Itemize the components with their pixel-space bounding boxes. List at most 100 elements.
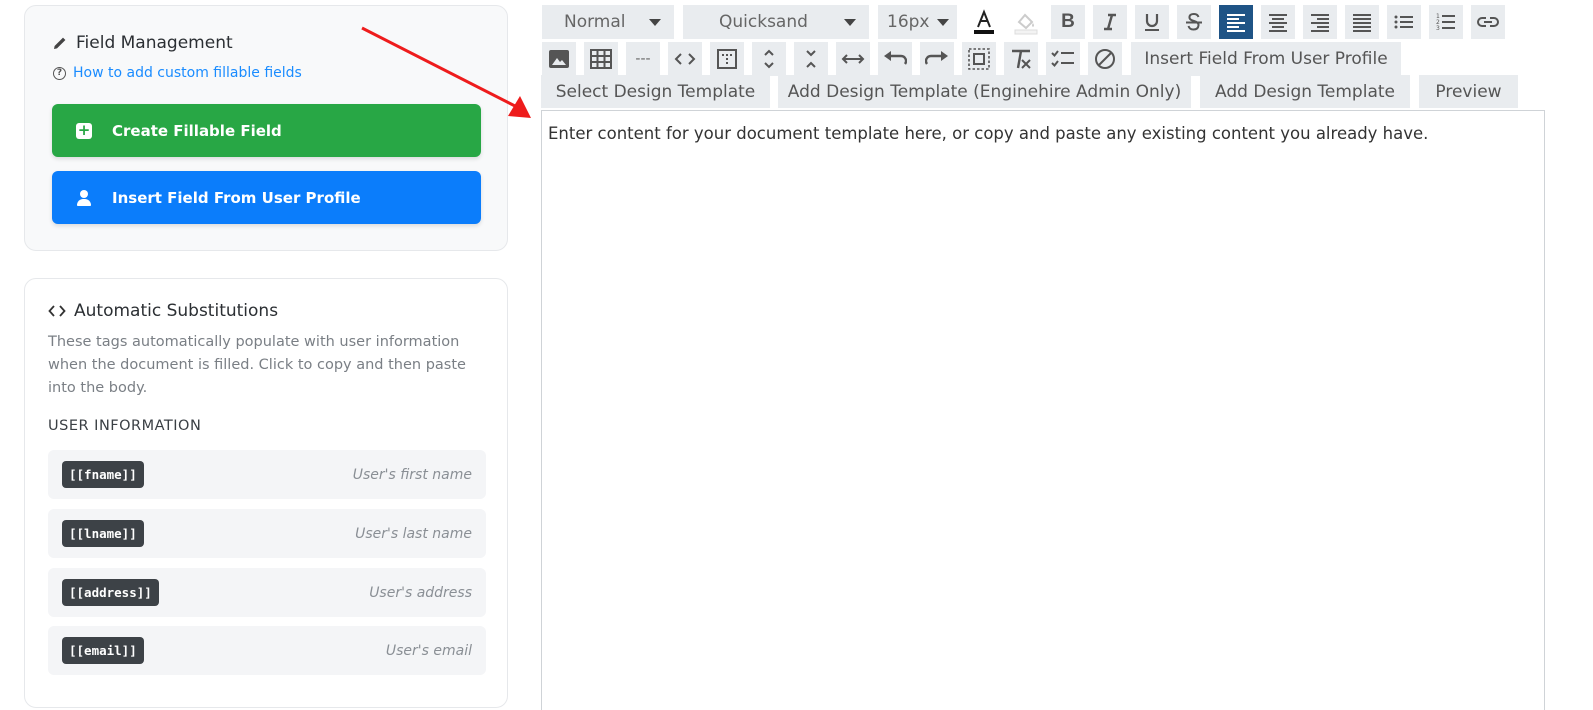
strikethrough-icon [1184, 12, 1204, 32]
toolbar-insert-field-label: Insert Field From User Profile [1144, 49, 1388, 69]
align-justify-button[interactable] [1345, 5, 1379, 39]
tag-code[interactable]: [[email]] [62, 637, 144, 664]
user-information-label: USER INFORMATION [48, 418, 202, 434]
checklist-icon [1051, 49, 1075, 69]
collapse-vertical-icon [804, 48, 818, 70]
bullet-list-icon [1393, 13, 1415, 31]
format-select-value: Normal [564, 12, 626, 32]
tag-description: User's last name [355, 525, 472, 542]
redo-button[interactable] [920, 42, 954, 76]
create-fillable-field-label: Create Fillable Field [112, 121, 282, 140]
tag-code[interactable]: [[fname]] [62, 461, 144, 488]
substitutions-description: These tags automatically populate with u… [48, 334, 466, 396]
ban-icon [1094, 48, 1116, 70]
editor-content[interactable]: Enter content for your document template… [548, 124, 1428, 143]
font-size-select[interactable]: 16px [878, 5, 957, 39]
horizontal-rule-button[interactable]: --- [626, 42, 660, 76]
tab-label: Add Design Template (Enginehire Admin On… [787, 81, 1182, 102]
tag-description: User's address [369, 584, 472, 601]
document-editor[interactable]: Enter content for your document template… [541, 110, 1545, 710]
tag-description: User's email [385, 642, 472, 659]
align-right-button[interactable] [1303, 5, 1337, 39]
undo-button[interactable] [878, 42, 912, 76]
expand-button[interactable] [752, 42, 786, 76]
collapse-button[interactable] [794, 42, 828, 76]
tag-row-address[interactable]: [[address]] User's address [48, 568, 486, 617]
horizontal-arrows-icon [841, 53, 865, 65]
align-center-button[interactable] [1261, 5, 1295, 39]
disable-button[interactable] [1088, 42, 1122, 76]
tag-description: User's first name [352, 466, 472, 483]
tag-row-fname[interactable]: [[fname]] User's first name [48, 450, 486, 499]
numbered-list-icon: 123 [1435, 12, 1457, 32]
tag-code[interactable]: [[lname]] [62, 520, 144, 547]
highlight-color-button[interactable] [1009, 5, 1043, 39]
tag-row-email[interactable]: [[email]] User's email [48, 626, 486, 675]
show-blocks-button[interactable] [710, 42, 744, 76]
automatic-substitutions-heading: Automatic Substitutions [48, 301, 278, 321]
italic-button[interactable] [1093, 5, 1127, 39]
align-left-button[interactable] [1219, 5, 1253, 39]
code-icon [48, 304, 66, 318]
text-color-icon [973, 9, 995, 35]
field-management-heading: Field Management [52, 33, 233, 53]
image-icon [549, 50, 569, 68]
toolbar-insert-field-button[interactable]: Insert Field From User Profile [1131, 42, 1401, 76]
clear-format-icon [1010, 49, 1032, 69]
highlight-icon [1013, 9, 1039, 35]
text-color-button[interactable] [967, 5, 1001, 39]
align-left-icon [1225, 12, 1247, 32]
chevron-down-icon [937, 18, 949, 26]
insert-field-label: Insert Field From User Profile [112, 188, 361, 207]
checklist-button[interactable] [1046, 42, 1080, 76]
underline-icon [1143, 12, 1161, 32]
select-all-icon [968, 48, 990, 70]
link-button[interactable] [1471, 5, 1505, 39]
tab-label: Add Design Template [1215, 81, 1395, 102]
tab-select-design-template[interactable]: Select Design Template [541, 75, 770, 108]
redo-icon [925, 51, 949, 67]
horizontal-rule-label: --- [635, 51, 651, 67]
font-size-value: 16px [887, 12, 930, 32]
expand-vertical-icon [762, 48, 776, 70]
font-family-select[interactable]: Quicksand [683, 5, 869, 39]
format-select[interactable]: Normal [542, 5, 674, 39]
tab-add-design-template-admin[interactable]: Add Design Template (Enginehire Admin On… [778, 75, 1191, 108]
annotation-arrow [361, 26, 531, 118]
svg-text:3: 3 [1436, 25, 1440, 32]
automatic-substitutions-title: Automatic Substitutions [74, 301, 279, 321]
align-center-icon [1267, 12, 1289, 32]
underline-button[interactable] [1135, 5, 1169, 39]
tab-add-design-template[interactable]: Add Design Template [1200, 75, 1410, 108]
insert-field-from-profile-button[interactable]: Insert Field From User Profile [52, 171, 481, 224]
clear-formatting-button[interactable] [1004, 42, 1038, 76]
question-circle-icon: ? [53, 66, 66, 80]
code-view-icon [674, 52, 696, 66]
align-justify-icon [1351, 12, 1373, 32]
tab-label: Select Design Template [555, 81, 756, 102]
user-icon [76, 189, 92, 206]
tab-label: Preview [1435, 81, 1502, 102]
font-family-value: Quicksand [719, 12, 808, 32]
code-view-button[interactable] [668, 42, 702, 76]
align-right-icon [1309, 12, 1331, 32]
bold-button[interactable]: B [1051, 5, 1085, 39]
numbered-list-button[interactable]: 123 [1429, 5, 1463, 39]
strikethrough-button[interactable] [1177, 5, 1211, 39]
tab-preview[interactable]: Preview [1419, 75, 1518, 108]
italic-icon [1101, 13, 1119, 31]
automatic-substitutions-card: Automatic Substitutions These tags autom… [24, 278, 508, 708]
table-icon [590, 49, 612, 69]
undo-icon [883, 51, 907, 67]
full-width-button[interactable] [836, 42, 870, 76]
help-link[interactable]: ? How to add custom fillable fields [53, 65, 302, 81]
show-blocks-icon [717, 49, 737, 69]
field-management-title: Field Management [76, 33, 233, 53]
tag-code[interactable]: [[address]] [62, 579, 159, 606]
insert-table-button[interactable] [584, 42, 618, 76]
help-link-text[interactable]: How to add custom fillable fields [73, 65, 302, 81]
bold-icon: B [1061, 11, 1075, 32]
select-all-button[interactable] [962, 42, 996, 76]
bullet-list-button[interactable] [1387, 5, 1421, 39]
tag-row-lname[interactable]: [[lname]] User's last name [48, 509, 486, 558]
